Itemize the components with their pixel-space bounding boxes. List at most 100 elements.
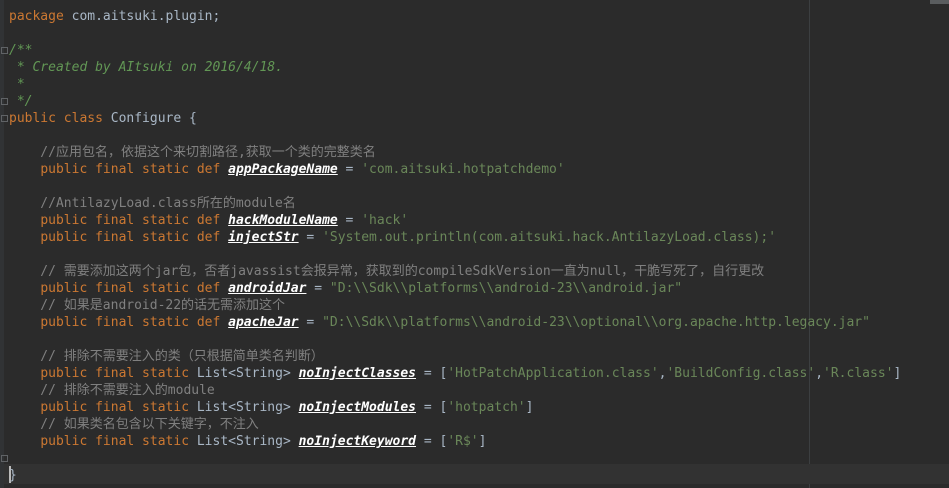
code-line[interactable]: //AntilazyLoad.class所在的module名 bbox=[9, 195, 944, 212]
code-comment: //应用包名，依据这个来切割路径,获取一个类的完整类名 bbox=[9, 145, 376, 160]
code-token: public final static bbox=[40, 366, 190, 381]
code-token: 'HotPatchApplication.class' bbox=[447, 366, 659, 381]
code-token: com.aitsuki.plugin; bbox=[63, 9, 221, 24]
code-token: public final static def bbox=[40, 230, 221, 245]
code-line[interactable]: package com.aitsuki.plugin; bbox=[9, 8, 944, 25]
field-name: noInjectClasses bbox=[298, 366, 417, 381]
code-token: = bbox=[337, 162, 362, 177]
code-token: = [ bbox=[416, 400, 448, 415]
code-line[interactable]: public class Configure { bbox=[9, 110, 944, 127]
code-line[interactable]: */ bbox=[9, 93, 944, 110]
code-token: public final static def bbox=[40, 281, 221, 296]
code-line[interactable]: public final static def androidJar = "D:… bbox=[9, 280, 944, 297]
code-line[interactable] bbox=[9, 127, 944, 144]
code-token: List<String> bbox=[189, 366, 299, 381]
code-token: "D:\\Sdk\\platforms\\android-23\\android… bbox=[329, 281, 683, 296]
code-token: List<String> bbox=[189, 434, 299, 449]
code-token: = [ bbox=[416, 366, 448, 381]
code-line[interactable]: } bbox=[9, 467, 944, 484]
code-line[interactable] bbox=[9, 246, 944, 263]
code-line[interactable]: // 需要添加这两个jar包，否者javassist会报异常，获取到的compi… bbox=[9, 263, 944, 280]
code-token: public final static def bbox=[40, 213, 221, 228]
code-token: ] bbox=[893, 366, 902, 381]
code-line[interactable]: /** bbox=[9, 42, 944, 59]
code-token: 'R.class' bbox=[823, 366, 894, 381]
code-comment: // 如果是android-22的话无需添加这个 bbox=[9, 298, 286, 313]
code-token: 'hack' bbox=[361, 213, 409, 228]
code-token: = bbox=[337, 213, 362, 228]
code-line[interactable]: public final static List<String> noInjec… bbox=[9, 433, 944, 450]
code-line[interactable] bbox=[9, 25, 944, 42]
code-token: public final static def bbox=[40, 315, 221, 330]
code-comment: // 排除不需要注入的module bbox=[9, 383, 215, 398]
code-line[interactable] bbox=[9, 450, 944, 467]
code-line[interactable]: public final static def hackModuleName =… bbox=[9, 212, 944, 229]
code-token: , bbox=[815, 366, 824, 381]
field-name: injectStr bbox=[228, 230, 299, 245]
field-name: appPackageName bbox=[228, 162, 338, 177]
code-token: "D:\\Sdk\\platforms\\android-23\\optiona… bbox=[322, 315, 870, 330]
field-name: androidJar bbox=[228, 281, 307, 296]
code-line[interactable]: // 如果类名包含以下关键字，不注入 bbox=[9, 416, 944, 433]
code-token: = [ bbox=[416, 434, 448, 449]
code-token: 'BuildConfig.class' bbox=[666, 366, 816, 381]
code-token: public final static bbox=[40, 434, 190, 449]
code-token: = bbox=[298, 230, 323, 245]
field-name: apacheJar bbox=[228, 315, 299, 330]
scrollbar-thumb[interactable] bbox=[930, 0, 949, 4]
code-line[interactable]: // 排除不需要注入的module bbox=[9, 382, 944, 399]
fold-marker-icon[interactable] bbox=[1, 47, 8, 54]
code-token: = bbox=[306, 281, 330, 296]
code-comment: // 如果类名包含以下关键字，不注入 bbox=[9, 417, 259, 432]
code-line[interactable] bbox=[9, 178, 944, 195]
code-line[interactable]: public final static def appPackageName =… bbox=[9, 161, 944, 178]
code-token: */ bbox=[9, 94, 33, 109]
code-token: ] bbox=[525, 400, 534, 415]
code-line[interactable]: public final static def apacheJar = "D:\… bbox=[9, 314, 944, 331]
code-token: package bbox=[9, 9, 64, 24]
code-token: ] bbox=[478, 434, 487, 449]
code-token: /** bbox=[9, 43, 33, 58]
code-line[interactable]: public final static List<String> noInjec… bbox=[9, 365, 944, 382]
fold-marker-icon[interactable] bbox=[1, 455, 8, 462]
code-line[interactable] bbox=[9, 331, 944, 348]
code-comment: // 排除不需要注入的类（只根据简单类名判断） bbox=[9, 349, 324, 364]
field-name: noInjectKeyword bbox=[298, 434, 417, 449]
code-token: Configure { bbox=[102, 111, 197, 126]
code-comment: // 需要添加这两个jar包，否者javassist会报异常，获取到的compi… bbox=[9, 264, 765, 279]
code-token: 'System.out.println(com.aitsuki.hack.Ant… bbox=[322, 230, 777, 245]
fold-marker-icon[interactable] bbox=[1, 115, 8, 122]
code-line[interactable]: // 如果是android-22的话无需添加这个 bbox=[9, 297, 944, 314]
code-token: } bbox=[9, 468, 17, 483]
code-token: public final static bbox=[40, 400, 190, 415]
code-comment: //AntilazyLoad.class所在的module名 bbox=[9, 196, 296, 211]
field-name: noInjectModules bbox=[298, 400, 417, 415]
code-content[interactable]: package com.aitsuki.plugin; /** * Create… bbox=[9, 8, 944, 484]
code-editor[interactable]: package com.aitsuki.plugin; /** * Create… bbox=[0, 0, 949, 488]
code-line[interactable]: * Created by AItsuki on 2016/4/18. bbox=[9, 59, 944, 76]
code-line[interactable]: //应用包名，依据这个来切割路径,获取一个类的完整类名 bbox=[9, 144, 944, 161]
code-line[interactable]: // 排除不需要注入的类（只根据简单类名判断） bbox=[9, 348, 944, 365]
code-line[interactable]: * bbox=[9, 76, 944, 93]
code-token: = bbox=[298, 315, 323, 330]
code-token: List<String> bbox=[189, 400, 299, 415]
code-line[interactable]: public final static def injectStr = 'Sys… bbox=[9, 229, 944, 246]
code-token: * Created by AItsuki on 2016/4/18. bbox=[9, 60, 283, 75]
code-line[interactable]: public final static List<String> noInjec… bbox=[9, 399, 944, 416]
code-token: * bbox=[9, 77, 25, 92]
code-token: 'R$' bbox=[447, 434, 479, 449]
code-token: 'hotpatch' bbox=[447, 400, 526, 415]
code-token: 'com.aitsuki.hotpatchdemo' bbox=[361, 162, 565, 177]
fold-marker-icon[interactable] bbox=[1, 98, 8, 105]
